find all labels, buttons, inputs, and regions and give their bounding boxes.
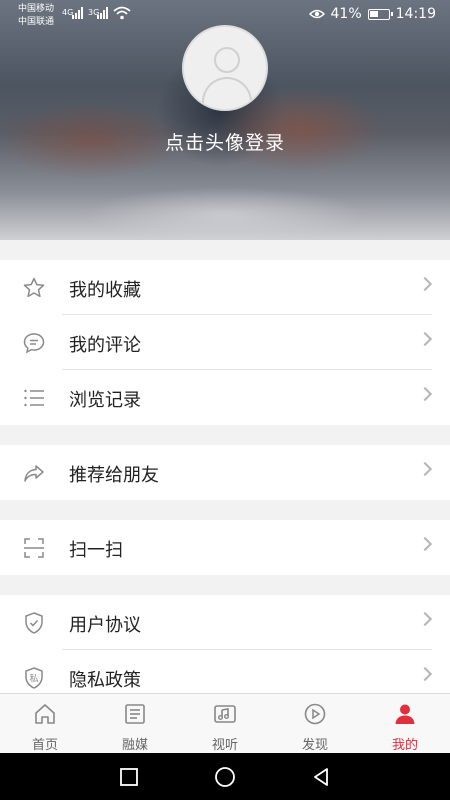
chevron-right-icon — [417, 276, 433, 292]
tab-mine[interactable]: 我的 — [360, 694, 450, 753]
chevron-right-icon — [417, 386, 433, 402]
menu-item-label: 隐私政策 — [69, 670, 141, 691]
scan-icon — [24, 538, 44, 558]
menu-item-scan[interactable]: 扫一扫 — [0, 520, 450, 575]
eye-icon — [308, 9, 325, 19]
person-icon — [395, 704, 415, 724]
wifi-icon — [113, 6, 131, 20]
home-icon — [35, 704, 55, 724]
video-music-icon — [214, 705, 236, 723]
avatar-head-shape — [214, 47, 240, 73]
tab-label: 视听 — [211, 738, 238, 753]
menu-item-label: 扫一扫 — [69, 540, 123, 561]
privacy-badge-text: 私 — [29, 674, 38, 685]
carrier-2: 中国联通 — [18, 17, 55, 27]
carrier-info: 中国移动 中国联通 — [18, 3, 54, 29]
shield-check-icon — [25, 612, 43, 634]
chevron-right-icon — [417, 331, 433, 347]
chevron-right-icon — [417, 611, 433, 627]
share-icon — [24, 465, 44, 482]
menu-item-label: 用户协议 — [69, 615, 141, 636]
menu-group-legal: 用户协议 私 隐私政策 — [0, 595, 450, 705]
tab-label: 发现 — [301, 738, 328, 753]
discover-icon — [304, 703, 326, 725]
battery-icon — [367, 8, 393, 20]
login-prompt[interactable]: 点击头像登录 — [0, 128, 450, 155]
list-icon — [24, 389, 44, 407]
recents-icon[interactable] — [118, 766, 140, 788]
menu-item-history[interactable]: 浏览记录 — [0, 370, 450, 425]
tab-media[interactable]: 融媒 — [90, 694, 180, 753]
privacy-shield-icon: 私 — [25, 667, 43, 689]
avatar-body-shape — [202, 77, 252, 109]
star-icon — [23, 277, 45, 298]
menu-group-scan: 扫一扫 — [0, 520, 450, 575]
battery-percent: 41% — [330, 6, 362, 22]
home-button-icon[interactable] — [214, 766, 236, 788]
menu-item-favorites[interactable]: 我的收藏 — [0, 260, 450, 315]
signal-icon — [97, 7, 108, 19]
news-icon — [125, 704, 145, 724]
comment-icon — [23, 333, 45, 354]
back-icon[interactable] — [310, 766, 332, 788]
menu-item-recommend[interactable]: 推荐给朋友 — [0, 445, 450, 500]
chevron-right-icon — [417, 666, 433, 682]
menu-item-user-agreement[interactable]: 用户协议 — [0, 595, 450, 650]
menu-item-label: 推荐给朋友 — [69, 465, 159, 486]
menu-item-label: 我的评论 — [69, 335, 141, 356]
clock: 14:19 — [395, 6, 436, 22]
menu-item-label: 浏览记录 — [69, 390, 141, 411]
menu-item-label: 我的收藏 — [69, 280, 141, 301]
bottom-tab-bar: 首页 融媒 视听 发现 我的 — [0, 693, 450, 753]
tab-label: 首页 — [31, 738, 58, 753]
menu-group-share: 推荐给朋友 — [0, 445, 450, 500]
menu-group-personal: 我的收藏 我的评论 浏览记录 — [0, 260, 450, 425]
tab-home[interactable]: 首页 — [0, 694, 90, 753]
carrier-1: 中国移动 — [18, 4, 55, 14]
tab-discover[interactable]: 发现 — [270, 694, 360, 753]
signal-icon — [72, 7, 83, 19]
tab-audiovisual[interactable]: 视听 — [180, 694, 270, 753]
avatar[interactable] — [182, 25, 268, 111]
tab-label: 融媒 — [121, 738, 148, 753]
chevron-right-icon — [417, 461, 433, 477]
status-right: 41% 14:19 — [308, 6, 436, 22]
chevron-right-icon — [417, 536, 433, 552]
system-nav-bar — [0, 753, 450, 800]
tab-label: 我的 — [391, 738, 418, 753]
menu-item-comments[interactable]: 我的评论 — [0, 315, 450, 370]
profile-header: 中国移动 中国联通 4G 3G 41% 14:19 点击头像登录 — [0, 0, 450, 240]
